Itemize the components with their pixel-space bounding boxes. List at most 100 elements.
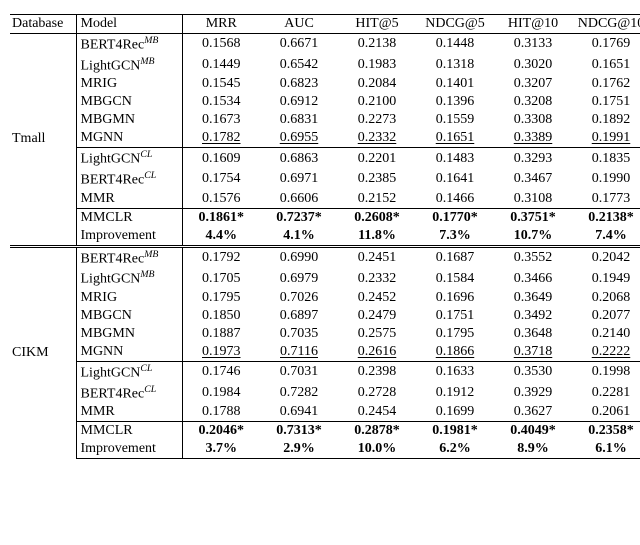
metric-cell: 0.3467: [494, 169, 572, 190]
metric-cell: 0.2140: [572, 325, 640, 343]
metric-cell: 0.3389: [494, 129, 572, 148]
table-row: MBGMN0.18870.70350.25750.17950.36480.214…: [10, 325, 640, 343]
metric-cell: 0.2451: [338, 246, 416, 268]
metric-cell: 0.1584: [416, 268, 494, 289]
metric-cell: 0.3718: [494, 343, 572, 362]
metric-cell: 6.1%: [572, 440, 640, 459]
metric-cell: 0.1751: [416, 307, 494, 325]
metric-cell: 10.0%: [338, 440, 416, 459]
metric-cell: 0.1673: [182, 111, 260, 129]
metric-cell: 0.3492: [494, 307, 572, 325]
model-cell: MMCLR: [76, 422, 182, 441]
metric-cell: 0.1641: [416, 169, 494, 190]
metric-cell: 0.1762: [572, 75, 640, 93]
metric-cell: 0.1401: [416, 75, 494, 93]
metric-cell: 0.1318: [416, 55, 494, 76]
metric-cell: 0.2100: [338, 93, 416, 111]
table-row: MMR0.15760.66060.21520.14660.31080.1773: [10, 190, 640, 209]
model-cell: LightGCNCL: [76, 148, 182, 169]
table-row: MRIG0.15450.68230.20840.14010.32070.1762: [10, 75, 640, 93]
metric-cell: 0.6912: [260, 93, 338, 111]
model-cell: MRIG: [76, 289, 182, 307]
metric-cell: 0.2878*: [338, 422, 416, 441]
metric-cell: 0.1887: [182, 325, 260, 343]
model-cell: LightGCNMB: [76, 55, 182, 76]
metric-cell: 0.1998: [572, 361, 640, 382]
metric-cell: 0.2138*: [572, 208, 640, 227]
table-row: MMCLR0.1861*0.7237*0.2608*0.1770*0.3751*…: [10, 208, 640, 227]
metric-cell: 0.3133: [494, 34, 572, 55]
metric-cell: 0.1981*: [416, 422, 494, 441]
metric-cell: 0.6955: [260, 129, 338, 148]
metric-cell: 0.1466: [416, 190, 494, 209]
metric-cell: 0.1792: [182, 246, 260, 268]
metric-cell: 0.2152: [338, 190, 416, 209]
metric-cell: 0.6971: [260, 169, 338, 190]
metric-cell: 0.2452: [338, 289, 416, 307]
database-cell: CIKM: [10, 246, 76, 459]
metric-cell: 0.1396: [416, 93, 494, 111]
metric-cell: 0.1696: [416, 289, 494, 307]
metric-cell: 0.2042: [572, 246, 640, 268]
metric-cell: 0.1559: [416, 111, 494, 129]
col-database: Database: [10, 15, 76, 34]
metric-cell: 0.1651: [416, 129, 494, 148]
metric-cell: 0.1949: [572, 268, 640, 289]
metric-cell: 0.2046*: [182, 422, 260, 441]
metric-cell: 0.2332: [338, 129, 416, 148]
metric-cell: 0.1705: [182, 268, 260, 289]
metric-cell: 0.2281: [572, 383, 640, 404]
col-metric-5: NDCG@10: [572, 15, 640, 34]
metric-cell: 10.7%: [494, 227, 572, 247]
metric-cell: 0.1983: [338, 55, 416, 76]
table-container: DatabaseModelMRRAUCHIT@5NDCG@5HIT@10NDCG…: [0, 0, 640, 479]
metric-cell: 8.9%: [494, 440, 572, 459]
model-cell: MRIG: [76, 75, 182, 93]
table-row: MGNN0.17820.69550.23320.16510.33890.1991: [10, 129, 640, 148]
metric-cell: 0.3020: [494, 55, 572, 76]
metric-cell: 0.2068: [572, 289, 640, 307]
metric-cell: 0.2332: [338, 268, 416, 289]
metric-cell: 0.1788: [182, 403, 260, 422]
metric-cell: 0.1699: [416, 403, 494, 422]
metric-cell: 0.3552: [494, 246, 572, 268]
metric-cell: 0.1633: [416, 361, 494, 382]
metric-cell: 0.7031: [260, 361, 338, 382]
metric-cell: 0.2222: [572, 343, 640, 362]
metric-cell: 0.3308: [494, 111, 572, 129]
metric-cell: 0.6863: [260, 148, 338, 169]
metric-cell: 3.7%: [182, 440, 260, 459]
table-row: BERT4RecCL0.17540.69710.23850.16410.3467…: [10, 169, 640, 190]
metric-cell: 0.1545: [182, 75, 260, 93]
metric-cell: 4.1%: [260, 227, 338, 247]
table-row: TmallBERT4RecMB0.15680.66710.21380.14480…: [10, 34, 640, 55]
model-cell: BERT4RecCL: [76, 383, 182, 404]
metric-cell: 0.2616: [338, 343, 416, 362]
metric-cell: 0.3649: [494, 289, 572, 307]
metric-cell: 0.7026: [260, 289, 338, 307]
metric-cell: 0.2385: [338, 169, 416, 190]
metric-cell: 0.1568: [182, 34, 260, 55]
metric-cell: 0.7116: [260, 343, 338, 362]
metric-cell: 4.4%: [182, 227, 260, 247]
metric-cell: 0.1984: [182, 383, 260, 404]
metric-cell: 0.1483: [416, 148, 494, 169]
metric-cell: 0.6831: [260, 111, 338, 129]
metric-cell: 0.1912: [416, 383, 494, 404]
model-cell: MBGMN: [76, 325, 182, 343]
metric-cell: 0.6671: [260, 34, 338, 55]
model-cell: LightGCNMB: [76, 268, 182, 289]
metric-cell: 0.6897: [260, 307, 338, 325]
metric-cell: 0.1991: [572, 129, 640, 148]
metric-cell: 0.7237*: [260, 208, 338, 227]
model-cell: LightGCNCL: [76, 361, 182, 382]
table-row: LightGCNCL0.17460.70310.23980.16330.3530…: [10, 361, 640, 382]
metric-cell: 0.2077: [572, 307, 640, 325]
metric-cell: 0.1687: [416, 246, 494, 268]
metric-cell: 0.2398: [338, 361, 416, 382]
metric-cell: 0.2061: [572, 403, 640, 422]
table-row: MGNN0.19730.71160.26160.18660.37180.2222: [10, 343, 640, 362]
table-row: MMR0.17880.69410.24540.16990.36270.2061: [10, 403, 640, 422]
metric-cell: 0.2479: [338, 307, 416, 325]
table-row: LightGCNMB0.14490.65420.19830.13180.3020…: [10, 55, 640, 76]
